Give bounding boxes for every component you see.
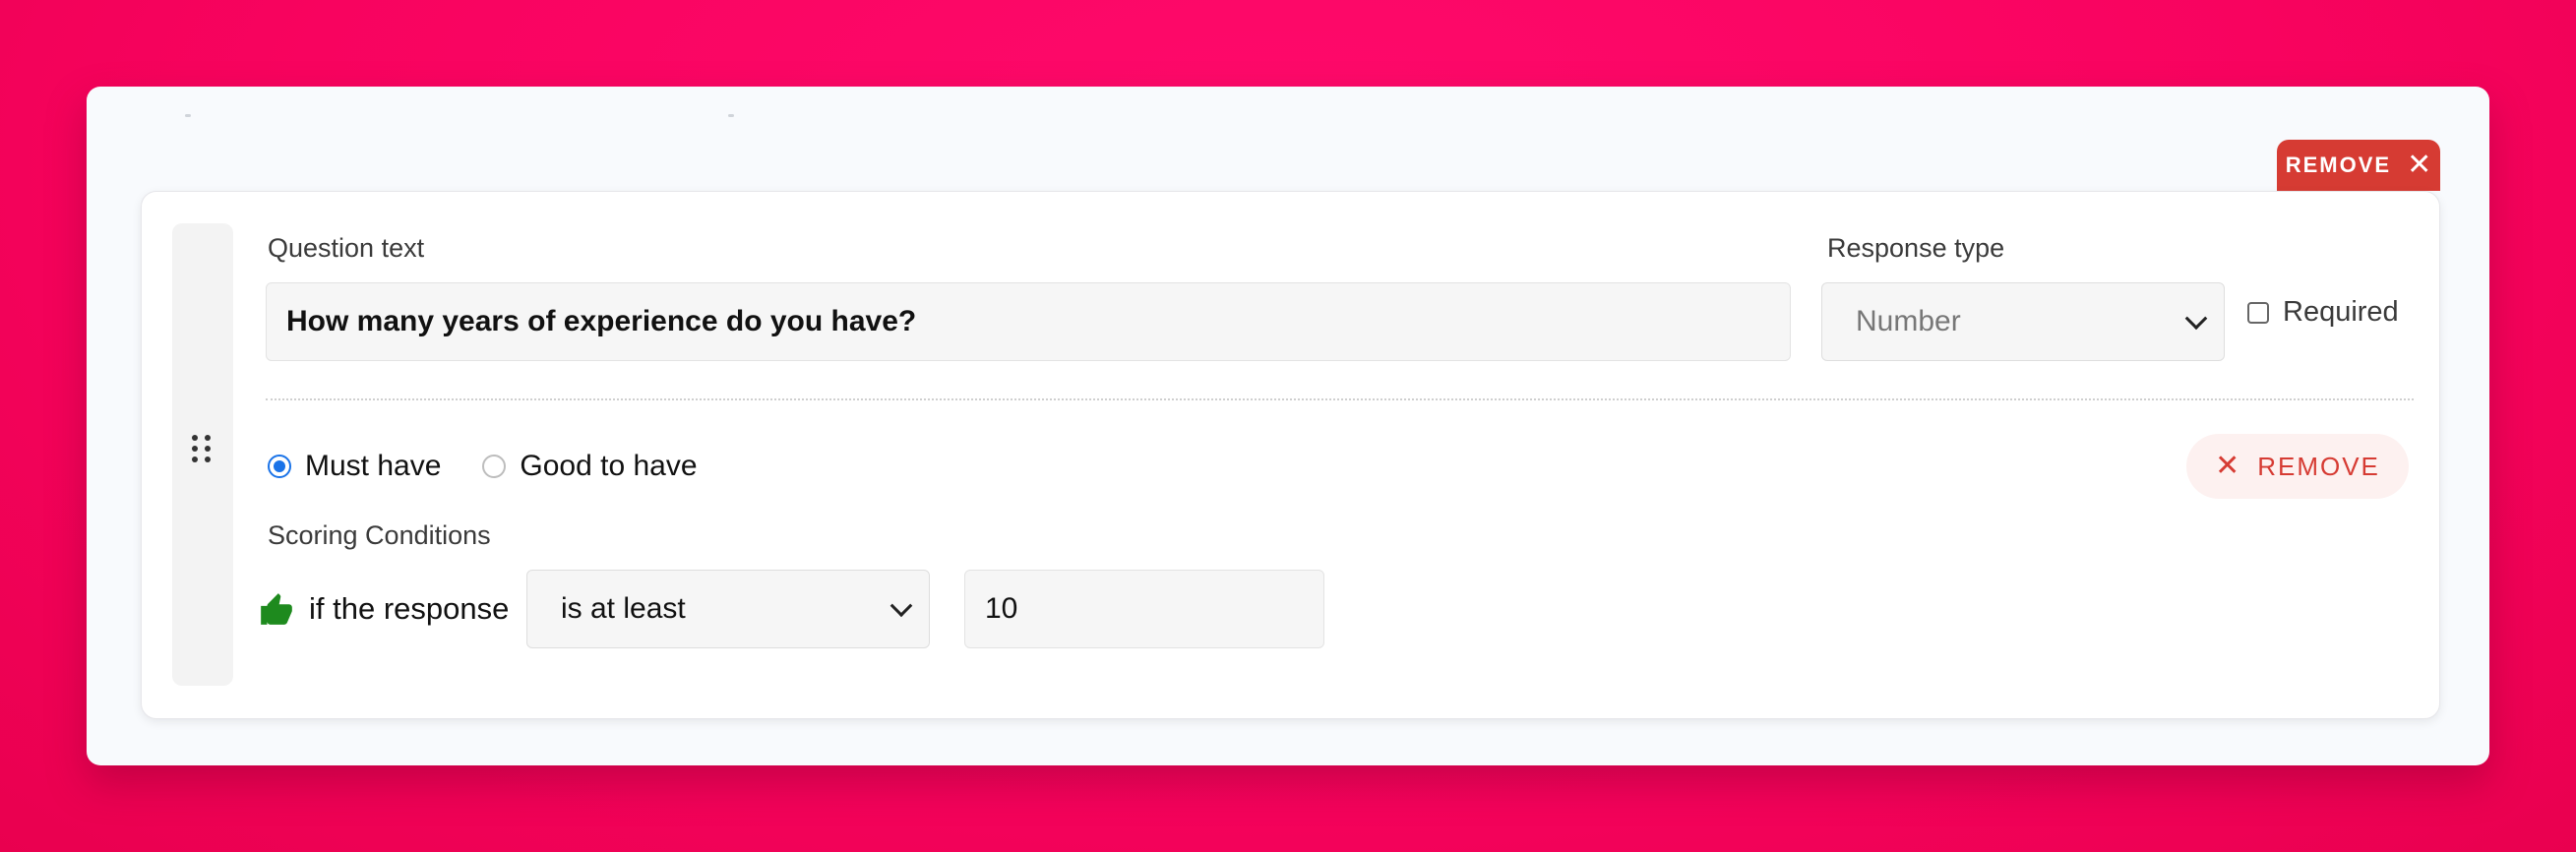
required-checkbox[interactable] bbox=[2247, 301, 2269, 324]
clipped-content bbox=[728, 114, 734, 117]
response-type-label: Response type bbox=[1827, 233, 2005, 263]
question-text-input[interactable]: How many years of experience do you have… bbox=[266, 282, 1791, 361]
remove-condition-button[interactable]: ✕ REMOVE bbox=[2186, 434, 2409, 499]
response-type-select[interactable]: Number bbox=[1821, 282, 2225, 361]
chevron-down-icon bbox=[889, 594, 913, 618]
remove-condition-label: REMOVE bbox=[2257, 451, 2380, 481]
radio-label: Must have bbox=[305, 450, 442, 482]
radio-button[interactable] bbox=[482, 455, 507, 478]
operator-select[interactable]: is at least bbox=[526, 570, 930, 648]
remove-question-button[interactable]: REMOVE ✕ bbox=[2277, 140, 2440, 191]
required-toggle[interactable]: Required bbox=[2247, 296, 2399, 329]
operator-value: is at least bbox=[561, 592, 686, 625]
drag-handle[interactable] bbox=[172, 223, 233, 686]
drag-handle-icon bbox=[192, 435, 212, 464]
condition-value-input[interactable]: 10 bbox=[964, 570, 1324, 648]
scoring-conditions-label: Scoring Conditions bbox=[268, 520, 491, 550]
radio-must-have[interactable]: Must have bbox=[268, 450, 441, 483]
close-icon: ✕ bbox=[2407, 149, 2432, 181]
required-label: Required bbox=[2283, 296, 2399, 328]
remove-question-label: REMOVE bbox=[2285, 152, 2392, 177]
thumbs-up-icon bbox=[261, 593, 292, 625]
question-panel: REMOVE ✕ Question text How many years of… bbox=[87, 87, 2489, 765]
radio-button-selected[interactable] bbox=[268, 455, 291, 478]
chevron-down-icon bbox=[2184, 307, 2208, 331]
scoring-condition-row: if the response bbox=[258, 570, 509, 648]
radio-label: Good to have bbox=[520, 450, 698, 482]
radio-good-to-have[interactable]: Good to have bbox=[482, 450, 698, 483]
priority-radio-group: Must have Good to have bbox=[268, 450, 739, 483]
close-icon: ✕ bbox=[2215, 450, 2240, 482]
response-type-value: Number bbox=[1856, 305, 1961, 337]
clipped-content bbox=[185, 114, 191, 117]
divider bbox=[266, 398, 2414, 400]
question-card: Question text How many years of experien… bbox=[141, 191, 2440, 719]
question-text-label: Question text bbox=[268, 233, 425, 263]
condition-prefix: if the response bbox=[309, 591, 510, 626]
